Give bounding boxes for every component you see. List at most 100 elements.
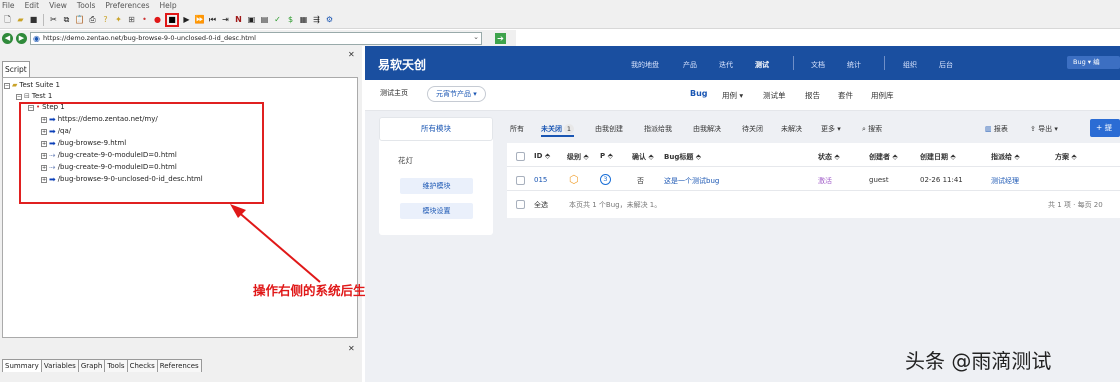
- tab-tools[interactable]: Tools: [104, 359, 128, 372]
- row-checkbox[interactable]: [516, 176, 525, 185]
- forward-icon[interactable]: ▶: [16, 32, 27, 44]
- filter-resolved-by-me[interactable]: 由我解决: [693, 124, 721, 134]
- menu-preferences[interactable]: Preferences: [105, 0, 149, 11]
- col-severity[interactable]: 级别 ⬘: [567, 152, 589, 162]
- subnav-caselib[interactable]: 用例库: [871, 90, 894, 101]
- step-forward-icon[interactable]: ⇥: [220, 14, 231, 25]
- select-all-label[interactable]: 全选: [534, 200, 548, 210]
- nav-doc[interactable]: 文档: [811, 60, 825, 70]
- filter-all[interactable]: 所有: [510, 124, 524, 134]
- check-icon[interactable]: ✓: [272, 14, 283, 25]
- indent-icon[interactable]: ⇶: [311, 14, 322, 25]
- nav-my[interactable]: 我的地盘: [631, 60, 659, 70]
- col-title[interactable]: Bug标题 ⬘: [664, 152, 701, 162]
- bug-id[interactable]: 015: [534, 176, 547, 184]
- tab-variables[interactable]: Variables: [40, 359, 79, 372]
- nav-test[interactable]: 测试: [755, 60, 769, 70]
- menu-help[interactable]: Help: [160, 0, 177, 11]
- tree-item-suite[interactable]: − ▰ Test Suite 1: [4, 80, 60, 91]
- tab-script[interactable]: Script: [2, 61, 30, 77]
- module-item[interactable]: 花灯: [398, 155, 413, 166]
- maintain-modules-button[interactable]: 维护模块: [400, 178, 473, 194]
- subnav-bug[interactable]: Bug: [690, 89, 708, 98]
- table-icon[interactable]: ▦: [298, 14, 309, 25]
- stop-icon[interactable]: ■: [165, 12, 179, 27]
- nav-iteration[interactable]: 迭代: [719, 60, 733, 70]
- close-icon[interactable]: ✕: [348, 344, 355, 353]
- col-assigned-to[interactable]: 指派给 ⬘: [991, 152, 1020, 162]
- breadcrumb-home[interactable]: 测试主页: [380, 88, 408, 98]
- col-priority[interactable]: P ⬘: [600, 152, 613, 160]
- menu-tools[interactable]: Tools: [77, 0, 95, 11]
- add-bug-button[interactable]: + 提: [1090, 119, 1120, 137]
- record-icon[interactable]: ●: [152, 14, 163, 25]
- filter-created-by-me[interactable]: 由我创建: [595, 124, 623, 134]
- export-button[interactable]: ⇪ 导出 ▾: [1030, 124, 1058, 134]
- new-file-icon[interactable]: 🗋: [2, 14, 13, 25]
- subnav-testtask[interactable]: 测试单: [763, 90, 786, 101]
- filter-assigned-to-me[interactable]: 指派给我: [644, 124, 672, 134]
- tab-references[interactable]: References: [156, 359, 202, 372]
- play-icon[interactable]: ▶: [181, 14, 192, 25]
- tab-summary[interactable]: Summary: [2, 359, 42, 372]
- module-settings-button[interactable]: 模块设置: [400, 203, 473, 219]
- url-input[interactable]: ◉ https://demo.zentao.net/bug-browse-9-0…: [30, 31, 482, 45]
- nav-admin[interactable]: 后台: [939, 60, 953, 70]
- filter-unresolved[interactable]: 未解决: [781, 124, 802, 134]
- col-status[interactable]: 状态 ⬘: [818, 152, 840, 162]
- bug-title-link[interactable]: 这是一个测试bug: [664, 176, 719, 186]
- product-switcher[interactable]: 元宵节产品 ▾: [427, 86, 486, 102]
- go-icon[interactable]: ➔: [495, 32, 506, 44]
- nav-org[interactable]: 组织: [903, 60, 917, 70]
- nav-product[interactable]: 产品: [683, 60, 697, 70]
- n-icon[interactable]: N: [233, 14, 244, 25]
- col-created-date[interactable]: 创建日期 ⬘: [920, 152, 956, 162]
- assigned-to-link[interactable]: 测试经理: [991, 176, 1019, 186]
- collapse-icon[interactable]: −: [16, 93, 22, 100]
- tab-graph[interactable]: Graph: [77, 359, 106, 372]
- collapse-icon[interactable]: −: [4, 82, 10, 89]
- cut-icon[interactable]: ✂: [48, 14, 59, 25]
- menu-view[interactable]: View: [49, 0, 67, 11]
- col-creator[interactable]: 创建者 ⬘: [869, 152, 898, 162]
- save-icon[interactable]: ■: [28, 14, 39, 25]
- back-icon[interactable]: ◀: [2, 32, 13, 44]
- screenshot-icon[interactable]: ▣: [246, 14, 257, 25]
- filter-more[interactable]: 更多 ▾: [821, 124, 841, 134]
- tree-item-test[interactable]: − ⊟ Test 1: [16, 91, 52, 102]
- col-confirmed[interactable]: 确认 ⬘: [632, 152, 654, 162]
- subnav-suite[interactable]: 套件: [838, 90, 853, 101]
- col-id[interactable]: ID ⬘: [534, 152, 550, 160]
- chevron-down-icon[interactable]: ⌄: [473, 33, 479, 41]
- menu-edit[interactable]: Edit: [25, 0, 40, 11]
- subnav-report[interactable]: 报告: [805, 90, 820, 101]
- close-icon[interactable]: ✕: [348, 50, 355, 59]
- proxy-icon[interactable]: ⚙: [324, 14, 335, 25]
- menu-file[interactable]: File: [2, 0, 15, 11]
- dollar-icon[interactable]: $: [285, 14, 296, 25]
- help-icon[interactable]: ?: [100, 14, 111, 25]
- new-step-icon[interactable]: •: [139, 14, 150, 25]
- fast-forward-icon[interactable]: ⏩: [194, 14, 205, 25]
- select-all-checkbox[interactable]: [516, 152, 525, 161]
- footer-select-checkbox[interactable]: [516, 200, 525, 209]
- filter-unclosed[interactable]: 未关闭 1: [541, 124, 574, 137]
- grid-icon[interactable]: ▤: [259, 14, 270, 25]
- tab-checks[interactable]: Checks: [126, 359, 158, 372]
- report-button[interactable]: ▥ 报表: [985, 124, 1008, 134]
- search-type-select[interactable]: Bug ▾ 编: [1067, 56, 1120, 69]
- filter-to-close[interactable]: 待关闭: [742, 124, 763, 134]
- subnav-cases[interactable]: 用例 ▾: [722, 90, 743, 101]
- nav-stats[interactable]: 统计: [847, 60, 861, 70]
- open-folder-icon[interactable]: ▰: [15, 14, 26, 25]
- all-modules-button[interactable]: 所有模块: [379, 117, 493, 141]
- copy-icon[interactable]: ⧉: [61, 14, 72, 25]
- new-suite-icon[interactable]: ✦: [113, 14, 124, 25]
- search-button[interactable]: ⌕ 搜索: [862, 124, 882, 134]
- paste-icon[interactable]: 📋: [74, 14, 85, 25]
- brand-logo[interactable]: 易软天创: [378, 56, 426, 73]
- print-icon[interactable]: ⎙: [87, 14, 98, 25]
- new-test-icon[interactable]: ⊞: [126, 14, 137, 25]
- step-back-icon[interactable]: ⏮: [207, 14, 218, 25]
- col-resolution[interactable]: 方案 ⬘: [1055, 152, 1077, 162]
